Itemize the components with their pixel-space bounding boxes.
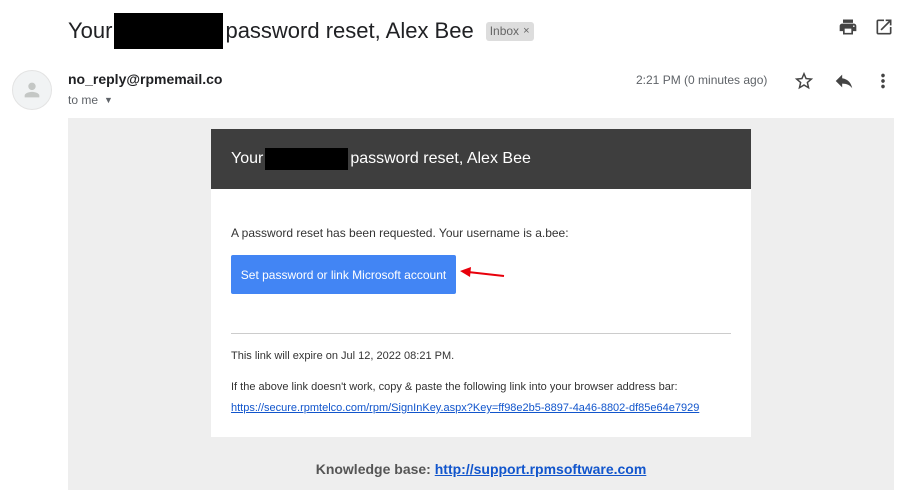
knowledge-base-label: Knowledge base:	[315, 461, 431, 477]
sender-avatar[interactable]	[12, 70, 52, 110]
knowledge-base-link[interactable]: http://support.rpmsoftware.com	[435, 461, 647, 477]
subject-suffix: password reset, Alex Bee	[225, 18, 474, 43]
subject-prefix: Your	[68, 18, 113, 43]
email-card-header: Your password reset, Alex Bee	[211, 129, 751, 189]
card-header-suffix: password reset, Alex Bee	[350, 150, 531, 167]
email-subject: Your password reset, Alex Bee Inbox ×	[68, 13, 534, 49]
show-details-chevron-down-icon[interactable]: ▼	[104, 95, 113, 105]
annotation-arrow-icon	[460, 267, 505, 277]
person-icon	[24, 82, 40, 98]
redaction-block	[114, 13, 224, 49]
subject-row: Your password reset, Alex Bee Inbox ×	[0, 0, 909, 56]
reset-link[interactable]: https://secure.rpmtelco.com/rpm/SignInKe…	[231, 402, 699, 414]
email-card: Your password reset, Alex Bee A password…	[211, 129, 751, 437]
remove-label-icon[interactable]: ×	[523, 25, 529, 37]
reply-icon[interactable]	[833, 70, 855, 92]
divider	[231, 333, 731, 334]
inbox-label-chip[interactable]: Inbox ×	[485, 21, 534, 41]
reset-intro-text: A password reset has been requested. You…	[231, 226, 569, 240]
recipient-line: to me ▼	[68, 93, 113, 107]
sender-address[interactable]: no_reply@rpmemail.co	[68, 71, 222, 87]
print-icon[interactable]	[838, 17, 858, 37]
card-header-prefix: Your	[231, 150, 264, 167]
link-expiry-text: This link will expire on Jul 12, 2022 08…	[231, 350, 455, 362]
knowledge-base-line: Knowledge base: http://support.rpmsoftwa…	[68, 461, 894, 477]
recipient-text: to me	[68, 93, 99, 107]
set-password-button[interactable]: Set password or link Microsoft account	[231, 255, 456, 294]
redaction-block	[265, 148, 349, 170]
email-body-canvas: Your password reset, Alex Bee A password…	[68, 118, 894, 490]
open-in-new-window-icon[interactable]	[874, 17, 894, 37]
message-timestamp: 2:21 PM (0 minutes ago)	[636, 73, 768, 87]
inbox-label-text: Inbox	[489, 24, 520, 38]
more-vertical-icon[interactable]	[872, 70, 894, 92]
fallback-instructions: If the above link doesn't work, copy & p…	[231, 381, 678, 393]
star-icon[interactable]	[793, 70, 815, 92]
